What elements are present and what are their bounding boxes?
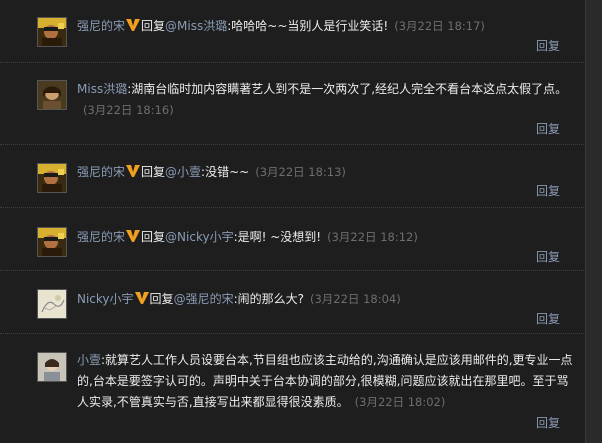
comment-time: (3月22日 18:04) <box>310 292 401 306</box>
comment-item: 强尼的宋 回复@Nicky小宇:是啊! ~没想到! (3月22日 18:12) 回复 <box>0 208 586 271</box>
comment-item: 小壹:就算艺人工作人员设要台本,节目组也应该主动给的,沟通确认是应该用邮件的,更… <box>0 334 586 443</box>
comment-time: (3月22日 18:13) <box>255 165 346 179</box>
comment-list: 强尼的宋 回复@Miss洪璐:哈哈哈~~当别人是行业笑话! (3月22日 18:17… <box>0 0 586 443</box>
comment-text: :闹的那么大? <box>233 292 304 306</box>
comment-text: :没错~~ <box>201 165 250 179</box>
comment-body: 强尼的宋 回复@小壹:没错~~ (3月22日 18:13) <box>77 162 574 183</box>
comment-time: (3月22日 18:02) <box>354 395 446 409</box>
avatar-man-yellow-icon <box>38 164 66 192</box>
avatar-man-yellow-icon <box>38 18 66 46</box>
reply-button[interactable]: 回复 <box>536 414 560 431</box>
avatar[interactable] <box>37 227 67 257</box>
comment-author[interactable]: 强尼的宋 <box>77 19 125 33</box>
comment-author[interactable]: 强尼的宋 <box>77 230 125 244</box>
comment-author[interactable]: 强尼的宋 <box>77 165 125 179</box>
reply-mention[interactable]: @小壹 <box>165 165 201 179</box>
reply-prefix: 回复 <box>141 230 166 244</box>
reply-button[interactable]: 回复 <box>536 310 560 327</box>
comment-author[interactable]: Nicky小宇 <box>77 292 134 306</box>
comment-author[interactable]: Miss洪璐 <box>77 82 127 96</box>
comment-text: :就算艺人工作人员设要台本,节目组也应该主动给的,沟通确认是应该用邮件的,更专业… <box>77 353 573 409</box>
comment-text: :是啊! ~没想到! <box>233 230 322 244</box>
avatar-man-yellow-icon <box>38 228 66 256</box>
vip-badge-icon <box>134 292 149 304</box>
comment-body: 小壹:就算艺人工作人员设要台本,节目组也应该主动给的,沟通确认是应该用邮件的,更… <box>77 350 574 413</box>
comment-item: Nicky小宇 回复@强尼的宋:闹的那么大? (3月22日 18:04) 回复 <box>0 271 586 334</box>
comment-text: :哈哈哈~~当别人是行业笑话! <box>227 19 389 33</box>
comment-body: 强尼的宋 回复@Miss洪璐:哈哈哈~~当别人是行业笑话! (3月22日 18:17… <box>77 16 574 37</box>
comment-body: Miss洪璐:湖南台临时加内容瞒著艺人到不是一次两次了,经纪人完全不看台本这点太… <box>77 79 574 121</box>
vip-badge-icon <box>126 19 141 31</box>
reply-prefix: 回复 <box>149 292 174 306</box>
reply-mention[interactable]: @Nicky小宇 <box>165 230 234 244</box>
reply-button[interactable]: 回复 <box>536 120 560 137</box>
reply-mention[interactable]: @Miss洪璐 <box>165 19 227 33</box>
avatar[interactable] <box>37 80 67 110</box>
reply-mention[interactable]: @强尼的宋 <box>174 292 234 306</box>
comment-body: Nicky小宇 回复@强尼的宋:闹的那么大? (3月22日 18:04) <box>77 289 574 310</box>
reply-button[interactable]: 回复 <box>536 37 560 54</box>
vip-badge-icon <box>126 165 141 177</box>
avatar[interactable] <box>37 289 67 319</box>
comment-author[interactable]: 小壹 <box>77 353 101 367</box>
avatar-woman-light-icon <box>38 353 66 381</box>
scrollbar-track[interactable] <box>586 0 602 443</box>
comment-time: (3月22日 18:12) <box>327 230 418 244</box>
reply-prefix: 回复 <box>141 19 166 33</box>
comment-item: 强尼的宋 回复@Miss洪璐:哈哈哈~~当别人是行业笑话! (3月22日 18:17… <box>0 0 586 63</box>
avatar[interactable] <box>37 163 67 193</box>
comment-text: :湖南台临时加内容瞒著艺人到不是一次两次了,经纪人完全不看台本这点太假了点。 <box>127 82 568 96</box>
comment-time: (3月22日 18:16) <box>83 103 174 117</box>
avatar[interactable] <box>37 352 67 382</box>
comment-item: 强尼的宋 回复@小壹:没错~~ (3月22日 18:13) 回复 <box>0 145 586 208</box>
reply-button[interactable]: 回复 <box>536 248 560 265</box>
reply-button[interactable]: 回复 <box>536 182 560 199</box>
avatar-sketch-light-icon <box>38 290 66 318</box>
reply-prefix: 回复 <box>141 165 166 179</box>
avatar[interactable] <box>37 17 67 47</box>
comment-body: 强尼的宋 回复@Nicky小宇:是啊! ~没想到! (3月22日 18:12) <box>77 227 574 248</box>
vip-badge-icon <box>126 230 141 242</box>
comment-time: (3月22日 18:17) <box>394 19 485 33</box>
comment-item: Miss洪璐:湖南台临时加内容瞒著艺人到不是一次两次了,经纪人完全不看台本这点太… <box>0 63 586 145</box>
avatar-woman-dark-icon <box>38 81 66 109</box>
